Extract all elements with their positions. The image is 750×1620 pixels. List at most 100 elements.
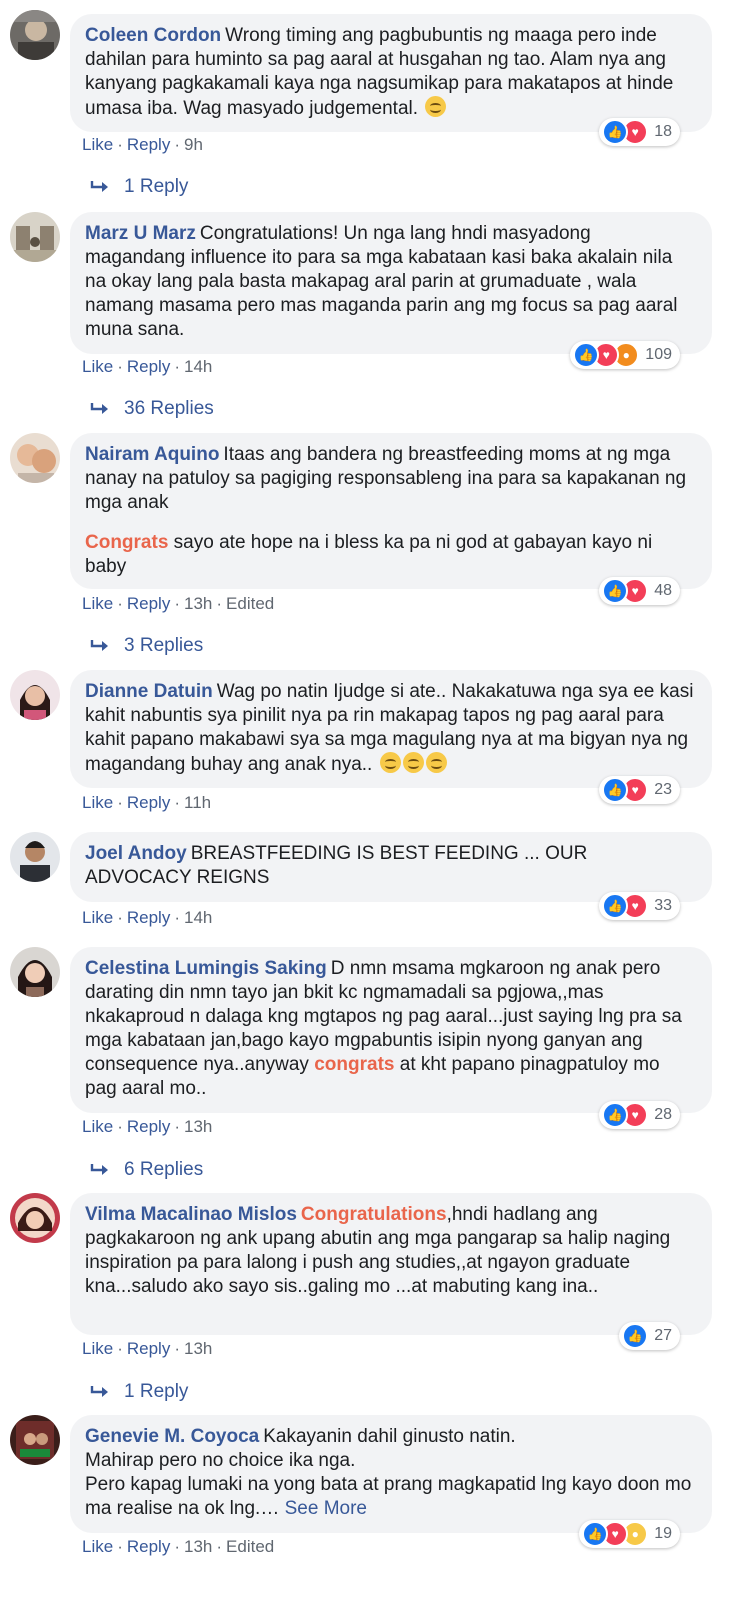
like-reaction-icon: 👍 <box>602 777 629 803</box>
reply-arrow-icon <box>90 1386 108 1397</box>
comment-timestamp[interactable]: 13h <box>184 594 212 613</box>
reaction-summary[interactable]: 👍 ♥ 48 <box>599 577 680 605</box>
comment-timestamp[interactable]: 14h <box>184 908 212 927</box>
reaction-summary[interactable]: 👍 ♥ 23 <box>599 776 680 804</box>
reply-arrow-icon <box>90 403 108 414</box>
edited-label: Edited <box>226 1537 275 1556</box>
reply-arrow-icon <box>90 640 108 651</box>
replies-count[interactable]: 3 Replies <box>124 635 203 656</box>
view-replies-link[interactable]: 1 Reply <box>90 1381 188 1403</box>
like-button[interactable]: Like <box>82 357 113 376</box>
avatar[interactable] <box>10 1415 60 1465</box>
like-button[interactable]: Like <box>82 594 113 613</box>
reply-button[interactable]: Reply <box>127 1117 170 1136</box>
comment-timestamp[interactable]: 13h <box>184 1339 212 1358</box>
like-reaction-icon: 👍 <box>622 1323 649 1349</box>
like-reaction-icon: 👍 <box>602 119 629 145</box>
edited-label: Edited <box>226 594 275 613</box>
like-reaction-icon: 👍 <box>602 893 629 919</box>
comment-timestamp[interactable]: 13h <box>184 1537 212 1556</box>
comment-author[interactable]: Marz U Marz <box>85 223 196 244</box>
like-button[interactable]: Like <box>82 908 113 927</box>
reaction-count: 18 <box>654 123 672 140</box>
smiling-face-emoji-icon <box>402 752 424 773</box>
comment-text: Pero kapag lumaki na yong bata at prang … <box>85 1474 692 1519</box>
reply-button[interactable]: Reply <box>127 793 170 812</box>
comment-author[interactable]: Dianne Datuin <box>85 681 213 702</box>
avatar[interactable] <box>10 947 60 997</box>
comment-author[interactable]: Nairam Aquino <box>85 444 219 465</box>
comment-actions: Like · Reply · 13h <box>82 1339 213 1358</box>
like-button[interactable]: Like <box>82 1117 113 1136</box>
comment-timestamp[interactable]: 14h <box>184 357 212 376</box>
avatar[interactable] <box>10 832 60 882</box>
reaction-summary[interactable]: 👍 ♥ 28 <box>599 1101 680 1129</box>
reaction-summary[interactable]: 👍 ♥ ● 19 <box>579 1520 680 1548</box>
comment-actions: Like · Reply · 14h <box>82 908 213 927</box>
reaction-count: 28 <box>654 1106 672 1123</box>
reply-arrow-icon <box>90 1164 108 1175</box>
comment-author[interactable]: Vilma Macalinao Mislos <box>85 1204 297 1225</box>
reaction-summary[interactable]: 👍 ♥ ● 109 <box>570 341 680 369</box>
reply-button[interactable]: Reply <box>127 594 170 613</box>
comment-bubble: Nairam Aquino Itaas ang bandera ng breast… <box>70 433 712 589</box>
comment-bubble: Genevie M. Coyoca Kakayanin dahil ginusto… <box>70 1415 712 1533</box>
highlighted-keyword[interactable]: Congrats <box>85 532 168 553</box>
reaction-summary[interactable]: 👍 ♥ 18 <box>599 118 680 146</box>
reply-arrow-icon <box>90 181 108 192</box>
see-more-link[interactable]: See More <box>285 1498 367 1519</box>
highlighted-keyword[interactable]: congrats <box>314 1054 394 1075</box>
replies-count[interactable]: 36 Replies <box>124 398 214 419</box>
avatar[interactable] <box>10 670 60 720</box>
reaction-count: 19 <box>654 1525 672 1542</box>
avatar[interactable] <box>10 10 60 60</box>
avatar[interactable] <box>10 212 60 262</box>
like-button[interactable]: Like <box>82 1537 113 1556</box>
highlighted-keyword[interactable]: Congratulations <box>301 1204 447 1225</box>
reaction-count: 48 <box>654 582 672 599</box>
smiling-face-emoji-icon <box>425 752 447 773</box>
replies-count[interactable]: 1 Reply <box>124 176 188 197</box>
reply-button[interactable]: Reply <box>127 908 170 927</box>
like-reaction-icon: 👍 <box>602 578 629 604</box>
comment-actions: Like · Reply · 13h <box>82 1117 213 1136</box>
smiling-face-emoji-icon <box>379 752 401 773</box>
reply-button[interactable]: Reply <box>127 357 170 376</box>
comment-actions: Like · Reply · 13h · Edited <box>82 1537 275 1556</box>
comment-bubble: Celestina Lumingis Saking D nmn msama mgk… <box>70 947 712 1113</box>
comment-actions: Like · Reply · 14h <box>82 357 213 376</box>
view-replies-link[interactable]: 1 Reply <box>90 176 188 198</box>
comment-author[interactable]: Genevie M. Coyoca <box>85 1426 259 1447</box>
comment-author[interactable]: Celestina Lumingis Saking <box>85 958 327 979</box>
reaction-count: 23 <box>654 781 672 798</box>
comment-timestamp[interactable]: 9h <box>184 135 203 154</box>
like-button[interactable]: Like <box>82 135 113 154</box>
view-replies-link[interactable]: 6 Replies <box>90 1159 203 1181</box>
reply-button[interactable]: Reply <box>127 135 170 154</box>
reaction-count: 33 <box>654 897 672 914</box>
comment-timestamp[interactable]: 11h <box>184 793 211 812</box>
view-replies-link[interactable]: 36 Replies <box>90 398 214 420</box>
comment-author[interactable]: Joel Andoy <box>85 843 187 864</box>
comment-bubble: Vilma Macalinao Mislos Congratulations,hn… <box>70 1193 712 1335</box>
reaction-summary[interactable]: 👍 ♥ 33 <box>599 892 680 920</box>
comment-timestamp[interactable]: 13h <box>184 1117 212 1136</box>
comment-author[interactable]: Coleen Cordon <box>85 25 221 46</box>
reaction-count: 27 <box>654 1327 672 1344</box>
like-button[interactable]: Like <box>82 1339 113 1358</box>
reaction-count: 109 <box>645 346 672 363</box>
comment-actions: Like · Reply · 13h · Edited <box>82 594 275 613</box>
comment-bubble: Dianne Datuin Wag po natin Ijudge si ate.… <box>70 670 712 788</box>
reply-button[interactable]: Reply <box>127 1339 170 1358</box>
avatar[interactable] <box>10 1193 60 1243</box>
reaction-summary[interactable]: 👍 27 <box>619 1322 680 1350</box>
view-replies-link[interactable]: 3 Replies <box>90 635 203 657</box>
replies-count[interactable]: 1 Reply <box>124 1381 188 1402</box>
replies-count[interactable]: 6 Replies <box>124 1159 203 1180</box>
comment-actions: Like · Reply · 9h <box>82 135 203 154</box>
like-button[interactable]: Like <box>82 793 113 812</box>
comment-text: Mahirap pero no choice ika nga. <box>85 1450 356 1471</box>
avatar[interactable] <box>10 433 60 483</box>
comment-bubble: Marz U Marz Congratulations! Un nga lang … <box>70 212 712 354</box>
reply-button[interactable]: Reply <box>127 1537 170 1556</box>
